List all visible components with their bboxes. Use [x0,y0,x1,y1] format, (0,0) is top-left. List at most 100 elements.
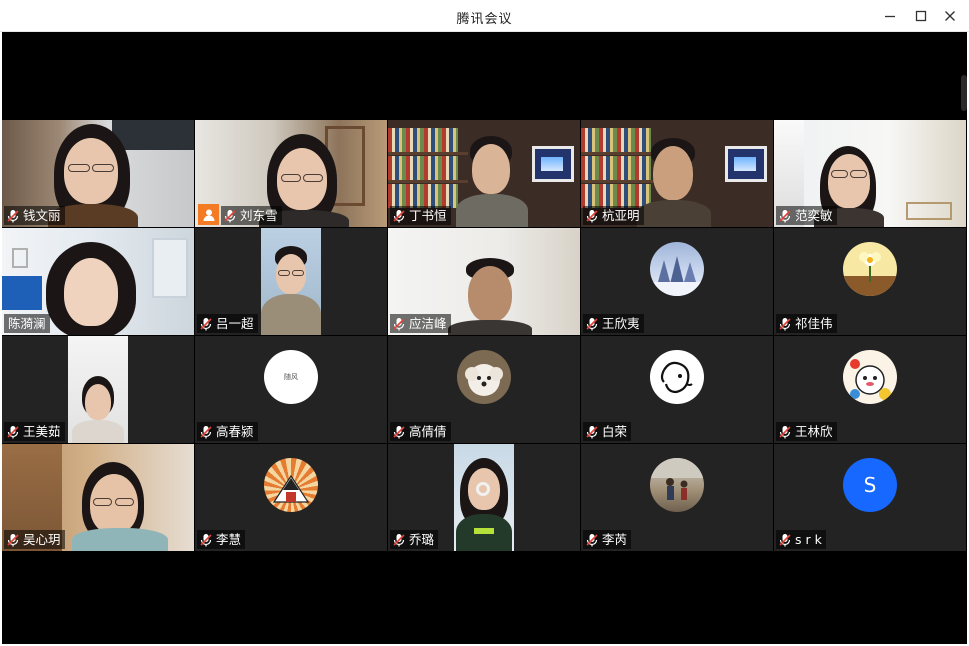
bookshelf [388,184,458,208]
participant-nameplate: 高倩倩 [390,422,451,441]
participant-tile[interactable]: 王美茹 [2,336,194,443]
participant-tile[interactable]: S s r k [774,444,966,551]
bookshelf [388,156,458,180]
participant-tile[interactable]: 范奕敏 [774,120,966,227]
close-icon[interactable] [938,6,962,26]
muted-mic-icon [393,425,405,438]
participant-tile[interactable]: 吴心玥 [2,444,194,551]
participant-name: 吕一超 [216,316,254,331]
participant-nameplate: 乔璐 [390,530,439,549]
participant-tile[interactable]: 随风 高春颍 [195,336,387,443]
muted-mic-icon [200,533,212,546]
participant-nameplate: 陈漪澜 [4,314,50,333]
participant-tile[interactable]: 李慧 [195,444,387,551]
wall-shelf [906,202,952,220]
participant-name: 高春颍 [216,424,254,439]
muted-mic-icon [779,533,791,546]
snow-forest-icon [650,256,704,296]
participant-nameplate: 白荣 [583,422,632,441]
participant-nameplate: 李慧 [197,530,246,549]
minimize-icon[interactable] [878,6,902,26]
person-icon [203,209,214,221]
participant-nameplate: 杭亚明 [583,206,644,225]
muted-mic-icon [779,425,791,438]
participant-tile[interactable]: 李芮 [581,444,773,551]
muted-mic-icon [200,425,212,438]
participant-tile[interactable]: 钱文丽 [2,120,194,227]
bookshelf [388,180,468,183]
participant-tile[interactable]: 乔璐 [388,444,580,551]
wall-poster [532,146,574,182]
glasses [115,498,134,506]
scroll-handle[interactable] [961,75,967,111]
participant-nameplate: 吕一超 [197,314,258,333]
participant-avatar: 随风 [264,350,318,404]
participant-body [448,320,532,335]
flower-icon [843,252,897,296]
window [152,238,188,298]
participant-nameplate: 丁书恒 [390,206,451,225]
participant-tile[interactable]: 王欣夷 [581,228,773,335]
muted-mic-icon [779,317,791,330]
participant-avatar [264,458,318,512]
wall-poster [725,146,767,182]
muted-mic-icon [393,533,405,546]
participant-nameplate: 高春颍 [197,422,258,441]
bookshelf [581,184,651,208]
puppy-icon [465,364,503,396]
muted-mic-icon [224,209,236,222]
muted-mic-icon [779,209,791,222]
portrait-video [454,444,514,551]
participant-avatar [457,350,511,404]
host-badge [198,204,219,225]
participant-tile[interactable]: 王林欣 [774,336,966,443]
participant-face [653,146,693,200]
participant-name: 杭亚明 [602,208,640,223]
wall-frame [12,248,28,268]
participant-body [261,294,321,335]
ring-object [476,482,490,496]
participant-name: 白荣 [602,424,628,439]
muted-mic-icon [200,317,212,330]
participant-nameplate: 李芮 [583,530,632,549]
participant-tile[interactable]: 杭亚明 [581,120,773,227]
participant-name: 吴心玥 [23,532,61,547]
participant-nameplate: 王欣夷 [583,314,644,333]
muted-mic-icon [7,533,19,546]
muted-mic-icon [393,317,405,330]
participant-tile[interactable]: 陈漪澜 [2,228,194,335]
portrait-video [261,228,321,335]
participant-body [637,200,711,227]
participant-nameplate: 吴心玥 [4,530,65,549]
glasses [292,270,304,276]
participant-tile[interactable]: 吕一超 [195,228,387,335]
participant-face [85,384,111,420]
participant-tile[interactable]: 白荣 [581,336,773,443]
participant-tile[interactable]: 高倩倩 [388,336,580,443]
participant-tile[interactable]: 祁佳伟 [774,228,966,335]
title-bar: 腾讯会议 [0,0,969,32]
blue-sofa [2,276,42,310]
participant-name: 王欣夷 [602,316,640,331]
participant-tile[interactable]: 刘东雪 [195,120,387,227]
participant-face [64,258,118,326]
participant-name: 王林欣 [795,424,833,439]
glasses [92,164,114,172]
muted-mic-icon [586,209,598,222]
participant-name: 王美茹 [23,424,61,439]
avatar-letter: S [863,473,877,497]
participant-tile[interactable]: 应洁峰 [388,228,580,335]
participant-name: 李芮 [602,532,628,547]
bookshelf [581,180,661,183]
maximize-icon[interactable] [909,6,933,26]
mountain-temple-icon [272,474,310,503]
glasses [278,270,290,276]
muted-mic-icon [7,425,19,438]
muted-mic-icon [586,533,598,546]
window-title: 腾讯会议 [456,12,513,27]
participant-nameplate: 王美茹 [4,422,65,441]
cartoon-character-icon [850,359,891,400]
glasses [850,170,867,178]
glasses [831,170,848,178]
participant-tile[interactable]: 丁书恒 [388,120,580,227]
